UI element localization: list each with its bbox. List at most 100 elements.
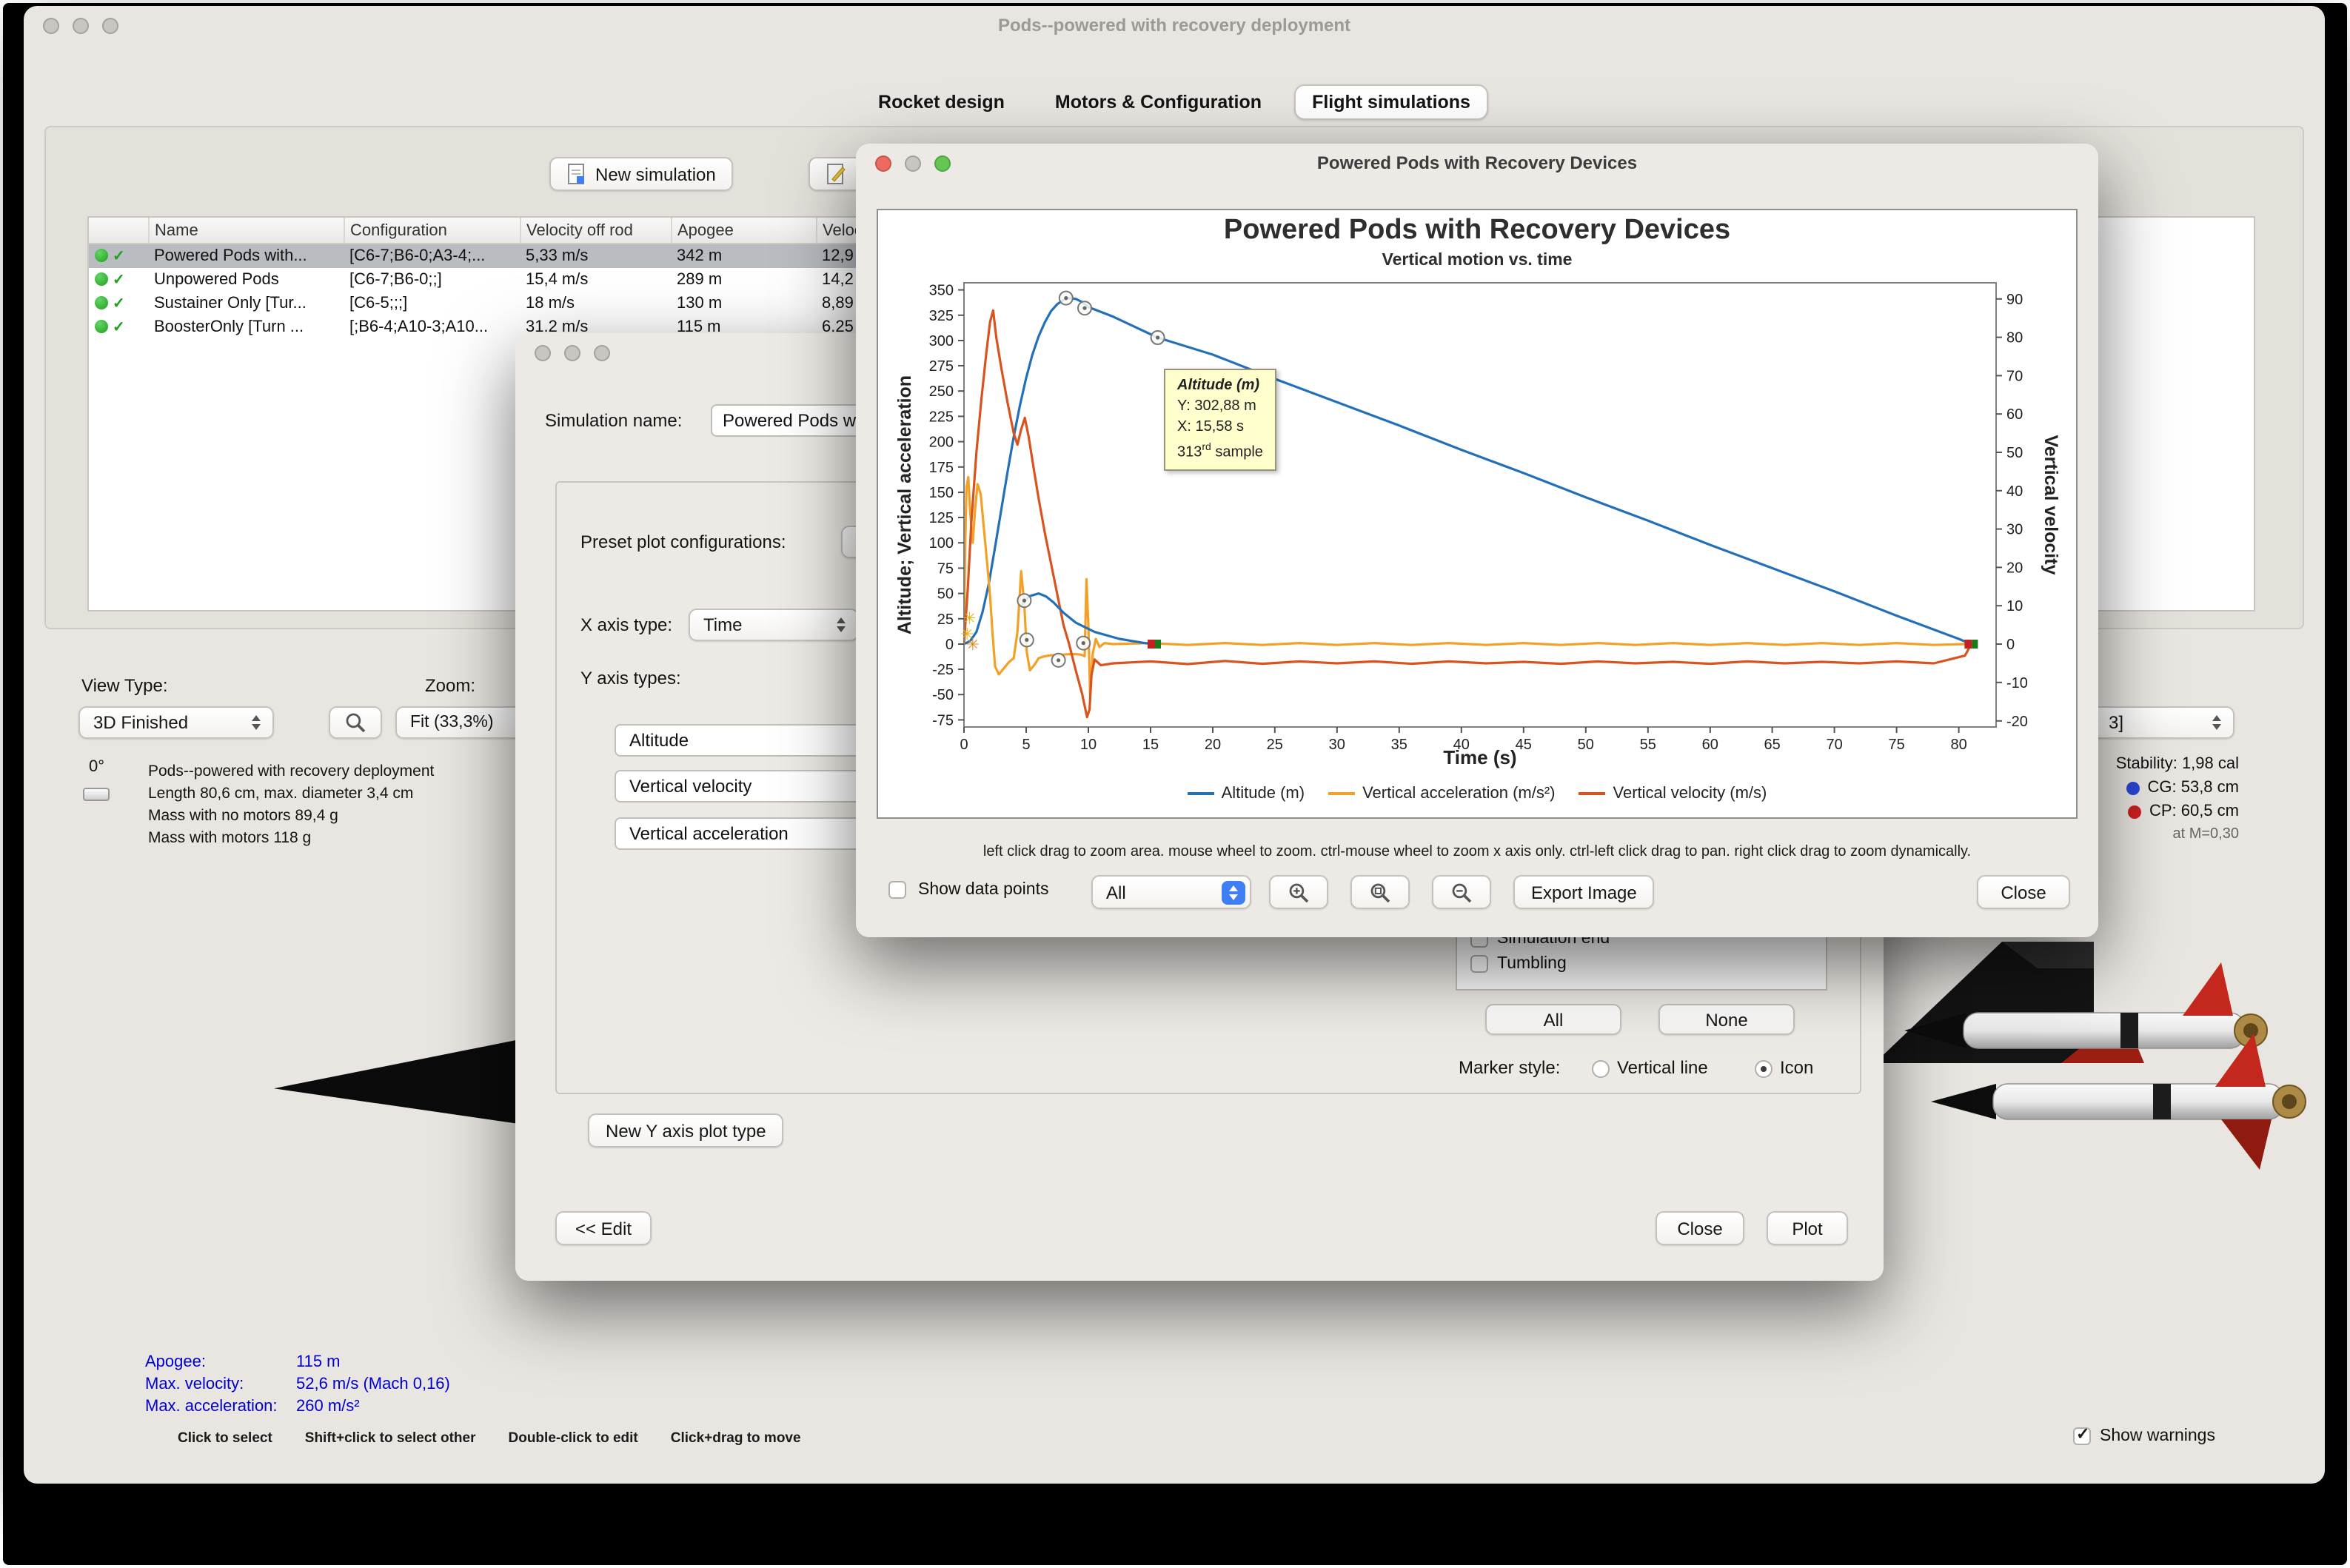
- svg-text:80: 80: [2006, 330, 2023, 346]
- svg-text:10: 10: [2006, 598, 2023, 614]
- select-none-events-button[interactable]: None: [1658, 1004, 1795, 1035]
- rotation-value: 0°: [89, 758, 105, 776]
- zoom-instructions: left click drag to zoom area. mouse whee…: [982, 844, 1972, 860]
- export-image-button[interactable]: Export Image: [1513, 875, 1655, 909]
- marker-vertical-line-radio[interactable]: [1592, 1060, 1610, 1078]
- show-data-points-label: Show data points: [918, 881, 1049, 899]
- rocket-nose-render[interactable]: [274, 1033, 549, 1128]
- simulation-name-label: Simulation name:: [545, 410, 683, 431]
- close-plot-button[interactable]: Close: [1977, 875, 2070, 909]
- new-simulation-button[interactable]: New simulation: [549, 157, 734, 191]
- svg-text:25: 25: [937, 612, 954, 628]
- svg-text:175: 175: [929, 460, 954, 476]
- x-axis-label: Time (s): [1443, 746, 1517, 768]
- cell-apogee[interactable]: 130 m: [671, 292, 816, 315]
- cp-row: CP: 60,5 cm: [2116, 803, 2239, 820]
- cell-velocity-off-rod[interactable]: 5,33 m/s: [520, 244, 671, 268]
- dialog-window-controls: [535, 345, 610, 361]
- col-configuration[interactable]: Configuration: [344, 218, 520, 244]
- cell-configuration[interactable]: [C6-7;B6-0;A3-4;...: [344, 244, 520, 268]
- svg-text:-50: -50: [932, 687, 954, 703]
- zoom-window-button[interactable]: [934, 155, 951, 172]
- cell-velocity-off-rod[interactable]: 15,4 m/s: [520, 268, 671, 292]
- cell-apogee[interactable]: 342 m: [671, 244, 816, 268]
- chart-panel[interactable]: 350 325 300 275 250 225 200 175 150 125 100 75 50 25 0…: [877, 209, 2078, 819]
- cell-velocity-off-rod[interactable]: 18 m/s: [520, 292, 671, 315]
- close-window-button[interactable]: [875, 155, 891, 172]
- plot-button[interactable]: Plot: [1767, 1211, 1848, 1245]
- close-dialog-button[interactable]: Close: [1656, 1211, 1744, 1245]
- cell-name[interactable]: BoosterOnly [Turn ...: [148, 315, 344, 339]
- marker-style-label: Marker style:: [1459, 1057, 1561, 1078]
- plot-area[interactable]: 3503253002752502252001751501251007550250…: [878, 210, 2079, 820]
- svg-text:40: 40: [2006, 483, 2023, 500]
- svg-text:50: 50: [2006, 445, 2023, 461]
- rotation-slider[interactable]: [83, 788, 110, 801]
- branch-select[interactable]: All: [1091, 875, 1251, 909]
- sim-check-icon: ✓: [113, 296, 125, 312]
- preset-configs-label: Preset plot configurations:: [580, 532, 786, 552]
- tab-rocket-design[interactable]: Rocket design: [860, 84, 1022, 120]
- marker-icon-radio[interactable]: [1755, 1060, 1772, 1078]
- x-axis-type-select[interactable]: Time: [689, 609, 859, 641]
- show-warnings-checkbox[interactable]: [2073, 1424, 2091, 1445]
- close-window-button[interactable]: [43, 18, 59, 34]
- cell-name[interactable]: Sustainer Only [Tur...: [148, 292, 344, 315]
- zoom-window-button[interactable]: [102, 18, 118, 34]
- mach-note: at M=0,30: [2172, 826, 2239, 842]
- rocket-3d-view[interactable]: [1872, 936, 2316, 1180]
- hint-double-click: Double-click to edit: [508, 1430, 638, 1447]
- select-all-events-button[interactable]: All: [1485, 1004, 1621, 1035]
- status-hints: Click to select Shift+click to select ot…: [178, 1430, 801, 1447]
- edit-back-button[interactable]: << Edit: [555, 1211, 652, 1245]
- cell-name[interactable]: Powered Pods with...: [148, 244, 344, 268]
- minimize-window-button[interactable]: [905, 155, 921, 172]
- cell-configuration[interactable]: [;B6-4;A10-3;A10...: [344, 315, 520, 339]
- col-apogee[interactable]: Apogee: [671, 218, 817, 244]
- chevron-updown-icon: [1222, 880, 1245, 904]
- zoom-window-button[interactable]: [594, 345, 610, 361]
- cell-name[interactable]: Unpowered Pods: [148, 268, 344, 292]
- col-name[interactable]: Name: [148, 218, 344, 244]
- minimize-window-button[interactable]: [564, 345, 580, 361]
- cell-configuration[interactable]: [C6-7;B6-0;;]: [344, 268, 520, 292]
- zoom-in-button[interactable]: [1269, 875, 1328, 909]
- data-point-tooltip: Altitude (m) Y: 302,88 m X: 15,58 s 313r…: [1164, 369, 1276, 472]
- col-velocity-off-rod[interactable]: Velocity off rod: [520, 218, 672, 244]
- sim-check-icon: ✓: [113, 320, 125, 336]
- cg-row: CG: 53,8 cm: [2116, 779, 2239, 797]
- pod-nose: [1931, 1084, 1996, 1119]
- cell-apogee[interactable]: 289 m: [671, 268, 816, 292]
- svg-text:200: 200: [929, 435, 954, 451]
- sim-ok-status-icon: [95, 272, 108, 286]
- tab-motors-configuration[interactable]: Motors & Configuration: [1037, 84, 1279, 120]
- view-type-select[interactable]: 3D Finished: [78, 706, 274, 739]
- rocket-name: Pods--powered with recovery deployment: [148, 763, 435, 780]
- svg-text:90: 90: [2006, 292, 2023, 308]
- cell-configuration[interactable]: [C6-5;;;]: [344, 292, 520, 315]
- svg-text:350: 350: [929, 283, 954, 299]
- svg-text:125: 125: [929, 510, 954, 526]
- zoom-out-button[interactable]: [1432, 875, 1491, 909]
- view-type-label: View Type:: [81, 675, 168, 696]
- chevron-updown-icon: [2205, 711, 2229, 734]
- event-tumbling[interactable]: Tumbling: [1470, 955, 1567, 973]
- show-data-points-checkbox[interactable]: [888, 881, 906, 899]
- pod-tube: [1992, 1083, 2284, 1120]
- svg-text:150: 150: [929, 485, 954, 501]
- zoom-label: Zoom:: [425, 675, 476, 696]
- zoom-reset-button[interactable]: [1350, 875, 1410, 909]
- tab-flight-simulations[interactable]: Flight simulations: [1294, 84, 1488, 120]
- zoom-to-fit-button[interactable]: [329, 706, 382, 739]
- legend-altitude: Altitude (m): [1187, 785, 1305, 803]
- event-checkbox[interactable]: [1470, 955, 1488, 973]
- new-y-axis-plot-type-button[interactable]: New Y axis plot type: [588, 1113, 784, 1147]
- x-axis-type-label: X axis type:: [580, 614, 673, 635]
- stability-value: Stability: 1,98 cal: [2115, 755, 2239, 773]
- svg-text:60: 60: [2006, 406, 2023, 423]
- close-window-button[interactable]: [535, 345, 551, 361]
- svg-text:75: 75: [937, 560, 954, 577]
- chevron-updown-icon: [244, 711, 268, 734]
- svg-text:100: 100: [929, 535, 954, 552]
- minimize-window-button[interactable]: [73, 18, 89, 34]
